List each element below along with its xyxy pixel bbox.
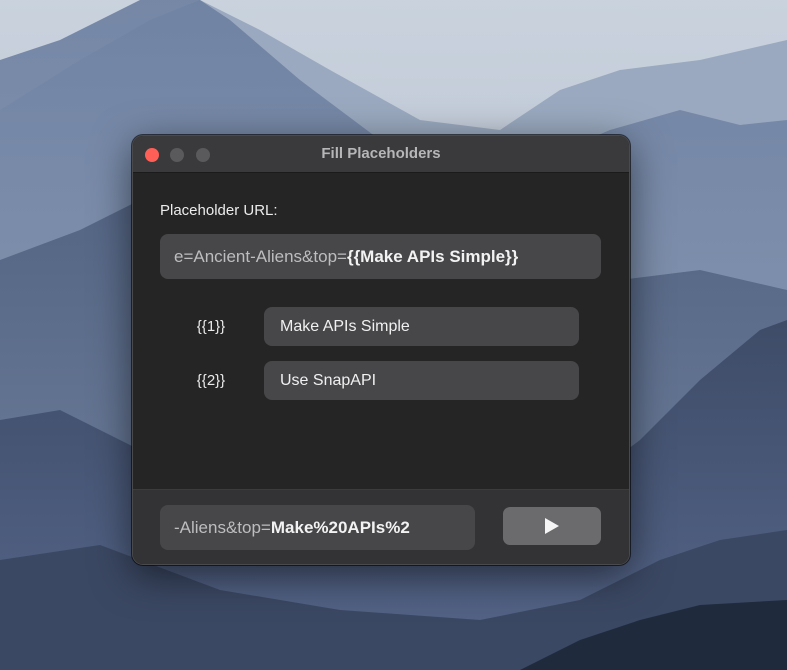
placeholder-url-highlighted-token: {{Make APIs Simple}} bbox=[346, 247, 519, 266]
placeholder-value-2-field[interactable]: Use SnapAPI bbox=[264, 361, 579, 400]
placeholder-token-2: {{2}} bbox=[196, 372, 226, 389]
result-url-filled-text: Make%20APIs%2 bbox=[270, 518, 410, 537]
placeholder-url-field[interactable]: e=Ancient-Aliens&top={{Make APIs Simple}… bbox=[160, 234, 601, 279]
placeholder-url-label: Placeholder URL: bbox=[160, 202, 278, 219]
fill-placeholders-window: Fill Placeholders Placeholder URL: e=Anc… bbox=[132, 135, 630, 565]
result-url-plain-text: -Aliens&top= bbox=[174, 518, 271, 537]
footer-bar: -Aliens&top=Make%20APIs%2 bbox=[133, 489, 629, 564]
run-button[interactable] bbox=[503, 507, 601, 545]
desktop: Fill Placeholders Placeholder URL: e=Anc… bbox=[0, 0, 787, 670]
title-bar[interactable]: Fill Placeholders bbox=[133, 136, 629, 173]
placeholder-token-1: {{1}} bbox=[196, 318, 226, 335]
placeholder-url-plain-text: e=Ancient-Aliens&top= bbox=[174, 247, 347, 266]
window-title: Fill Placeholders bbox=[321, 145, 441, 162]
placeholder-value-1-field[interactable]: Make APIs Simple bbox=[264, 307, 579, 346]
result-url-field[interactable]: -Aliens&top=Make%20APIs%2 bbox=[160, 505, 475, 550]
play-icon bbox=[545, 518, 559, 534]
